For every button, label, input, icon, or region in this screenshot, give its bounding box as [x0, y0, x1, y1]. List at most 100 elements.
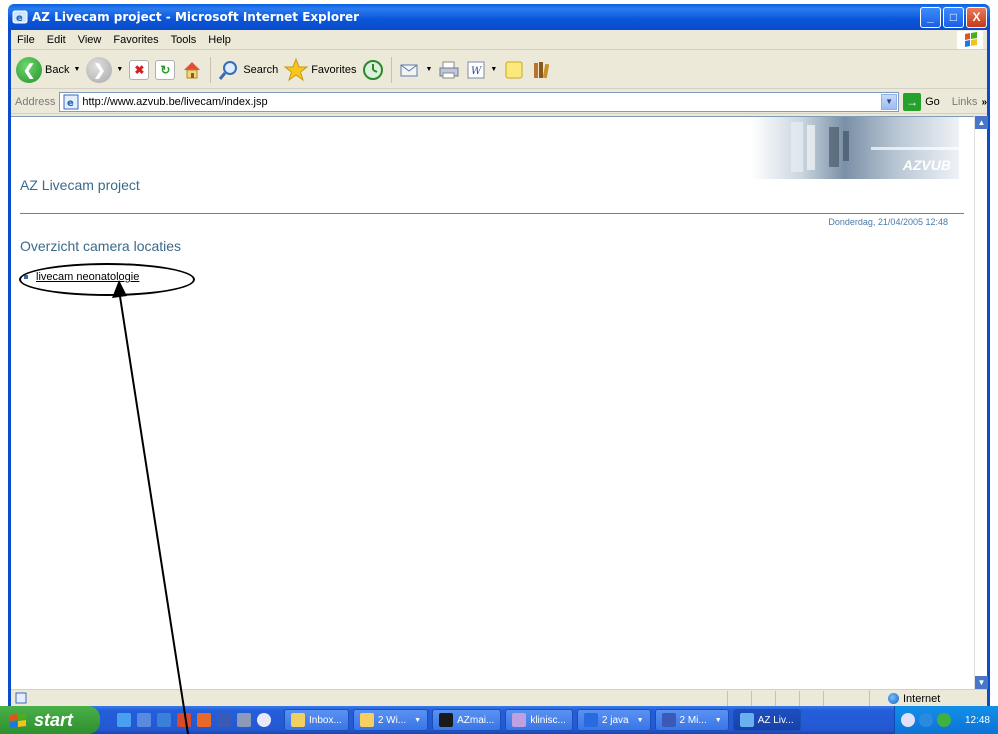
address-dropdown-icon[interactable]: ▼ [881, 93, 898, 110]
app-quicklaunch-icon[interactable] [237, 713, 251, 727]
media-quicklaunch-icon[interactable] [257, 713, 271, 727]
header-divider [20, 213, 964, 214]
menu-edit[interactable]: Edit [41, 34, 72, 46]
back-arrow-icon: ❮ [16, 56, 42, 83]
task-word[interactable]: 2 Mi... ▼ [654, 709, 729, 731]
banner-image: AZVUB [751, 117, 959, 179]
task-azmail[interactable]: AZmai... [432, 709, 502, 731]
favorites-button[interactable]: Favorites [281, 54, 359, 86]
antivirus-icon[interactable] [937, 713, 951, 727]
status-cell [727, 690, 728, 706]
scroll-down-icon[interactable]: ▼ [975, 676, 988, 689]
people-icon [512, 713, 527, 727]
chevron-down-icon[interactable]: ▼ [490, 66, 497, 73]
page-content: AZVUB AZ Livecam project Donderdag, 21/0… [11, 116, 974, 689]
ie-icon [739, 713, 754, 727]
status-cell [775, 690, 776, 706]
refresh-button[interactable]: ↻ [152, 54, 178, 86]
security-zone: Internet [869, 690, 987, 707]
chevron-down-icon[interactable]: ▼ [425, 66, 432, 73]
toolbar-separator [391, 56, 393, 83]
word-quicklaunch-icon[interactable] [217, 713, 231, 727]
status-bar: Internet [11, 689, 987, 707]
standard-toolbar: ❮ Back ▼ ❯ ▼ ✖ ↻ Search Favorites ▼ W ▼ [11, 51, 987, 89]
home-button[interactable] [178, 54, 206, 86]
ie-quicklaunch-icon[interactable] [117, 713, 131, 727]
stop-icon: ✖ [129, 59, 150, 80]
task-label: klinisc... [530, 714, 566, 726]
network-icon[interactable] [919, 713, 933, 727]
chevron-down-icon[interactable]: ▼ [116, 66, 123, 73]
status-cell [751, 690, 752, 706]
edit-button[interactable]: W ▼ [463, 54, 500, 86]
menu-help[interactable]: Help [202, 34, 237, 46]
menu-favorites[interactable]: Favorites [107, 34, 164, 46]
history-icon [363, 59, 384, 80]
task-java[interactable]: 2 java ▼ [576, 709, 651, 731]
grid-icon [439, 713, 454, 727]
task-azlivecam[interactable]: AZ Liv... [732, 709, 801, 731]
back-label: Back [45, 63, 70, 76]
clock[interactable]: 12:48 [965, 715, 990, 726]
maximize-button[interactable]: □ [943, 6, 964, 28]
task-label: 2 Wi... [377, 714, 407, 726]
chevron-down-icon[interactable]: ▼ [73, 66, 80, 73]
acrobat-quicklaunch-icon[interactable] [177, 713, 191, 727]
discuss-button[interactable] [500, 54, 528, 86]
task-inbox[interactable]: Inbox... [284, 709, 349, 731]
search-button[interactable]: Search [215, 54, 281, 86]
outlook-quicklaunch-icon[interactable] [137, 713, 151, 727]
quick-launch [114, 713, 274, 727]
go-arrow-icon: → [903, 92, 922, 111]
note-icon [505, 61, 523, 78]
back-button[interactable]: ❮ Back ▼ [13, 54, 83, 86]
links-label: Links [951, 95, 978, 108]
toolbar-separator [210, 56, 212, 83]
go-label: Go [925, 95, 940, 108]
forward-arrow-icon: ❯ [86, 56, 113, 83]
outlook-icon [291, 713, 305, 727]
home-icon [184, 61, 201, 78]
task-explorer[interactable]: 2 Wi... ▼ [352, 709, 429, 731]
chevron-down-icon: ▼ [414, 716, 422, 724]
history-button[interactable] [359, 54, 387, 86]
address-url[interactable]: http://www.azvub.be/livecam/index.jsp [82, 96, 881, 108]
scroll-up-icon[interactable]: ▲ [975, 116, 988, 129]
chevron-down-icon: ▼ [636, 716, 644, 724]
vertical-scrollbar[interactable]: ▲ ▼ [974, 116, 988, 689]
menu-tools[interactable]: Tools [165, 34, 203, 46]
browser-window: File Edit View Favorites Tools Help ❮ Ba… [8, 30, 990, 707]
menubar: File Edit View Favorites Tools Help [11, 30, 987, 50]
links-toolbar[interactable]: Links» [952, 96, 987, 108]
minimize-button[interactable]: _ [920, 6, 941, 28]
menu-view[interactable]: View [72, 34, 108, 46]
menu-file[interactable]: File [11, 34, 41, 46]
task-label: Inbox... [309, 714, 342, 726]
stop-button[interactable]: ✖ [126, 54, 152, 86]
start-button[interactable]: start [0, 706, 100, 734]
research-button[interactable] [528, 54, 556, 86]
close-button[interactable]: X [966, 6, 987, 28]
go-button[interactable]: → Go [903, 92, 940, 111]
task-label: AZmai... [457, 714, 495, 726]
powerpoint-quicklaunch-icon[interactable] [197, 713, 211, 727]
system-tray: 12:48 [894, 706, 998, 734]
zone-label: Internet [903, 692, 941, 705]
task-klinisch[interactable]: klinisc... [505, 709, 573, 731]
taskbar: start Inbox... 2 Wi... ▼ AZmai... klinisc… [0, 706, 998, 734]
forward-button[interactable]: ❯ ▼ [83, 54, 126, 86]
date-time: Donderdag, 21/04/2005 12:48 [828, 217, 948, 227]
chevron-left-icon[interactable] [901, 713, 915, 727]
print-button[interactable] [435, 54, 463, 86]
svg-text:e: e [67, 98, 74, 109]
window-icon [583, 713, 598, 727]
books-icon [534, 61, 550, 78]
svg-text:W: W [471, 66, 482, 77]
word-icon: W [467, 61, 485, 78]
window-titlebar[interactable]: e AZ Livecam project - Microsoft Interne… [8, 4, 990, 30]
mail-button[interactable]: ▼ [396, 54, 435, 86]
start-label: start [34, 709, 74, 730]
address-field[interactable]: e http://www.azvub.be/livecam/index.jsp … [59, 91, 900, 112]
desktop-quicklaunch-icon[interactable] [157, 713, 171, 727]
address-label: Address [15, 95, 56, 108]
